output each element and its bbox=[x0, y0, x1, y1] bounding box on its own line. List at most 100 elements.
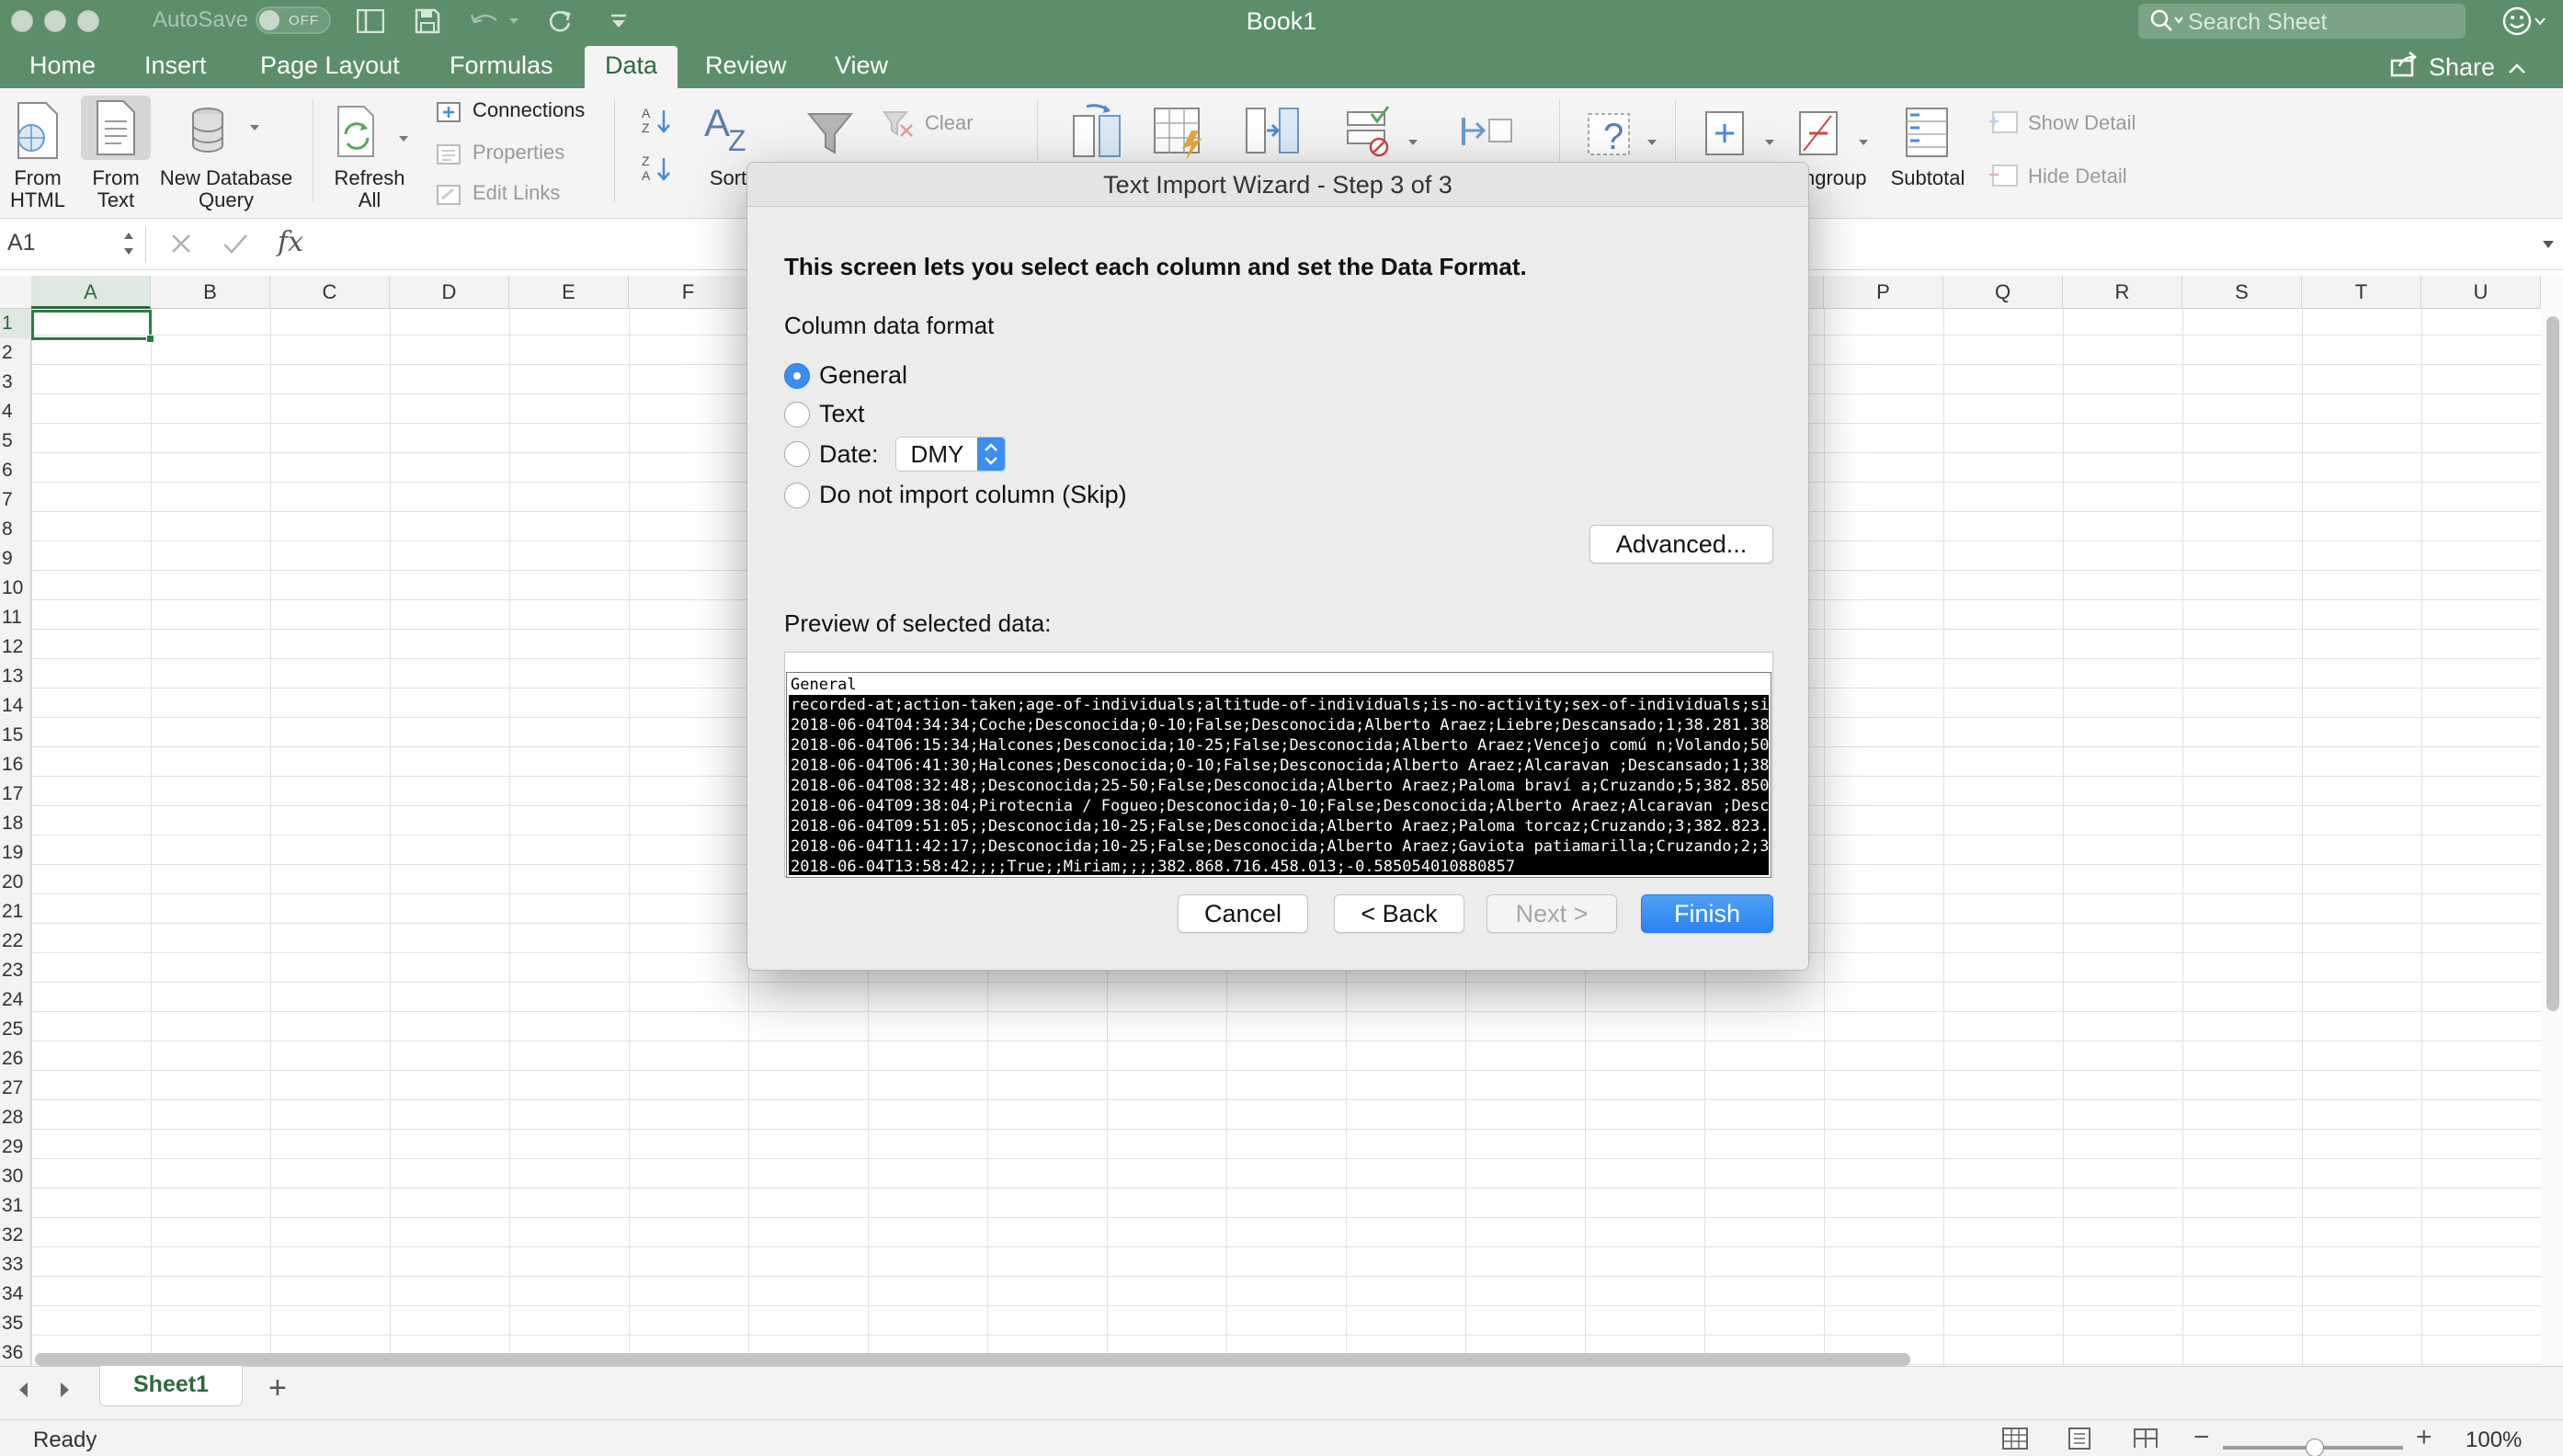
zoom-level[interactable]: 100% bbox=[2466, 1428, 2522, 1453]
normal-view-icon[interactable] bbox=[2000, 1426, 2030, 1456]
date-format-stepper-icon[interactable] bbox=[976, 438, 1005, 471]
row-header-22[interactable]: 22 bbox=[0, 927, 31, 956]
radio-general[interactable] bbox=[784, 362, 810, 389]
collapse-ribbon-icon[interactable] bbox=[2506, 53, 2528, 82]
sort-az-icon[interactable]: AZ bbox=[638, 105, 678, 141]
data-preview-selected-column[interactable]: General recorded-at;action-taken;age-of-… bbox=[786, 672, 1771, 878]
expand-formula-bar-icon[interactable] bbox=[2539, 237, 2557, 256]
from-text-button[interactable]: From Text bbox=[83, 167, 149, 211]
row-header-21[interactable]: 21 bbox=[0, 897, 31, 927]
column-header-a[interactable]: A bbox=[31, 276, 151, 309]
from-text-icon[interactable] bbox=[92, 99, 140, 163]
subtotal-icon[interactable] bbox=[1897, 103, 1956, 166]
row-header-24[interactable]: 24 bbox=[0, 985, 31, 1015]
subtotal-button[interactable]: Subtotal bbox=[1888, 167, 1967, 189]
text-to-columns-icon[interactable] bbox=[1068, 103, 1127, 166]
row-header-13[interactable]: 13 bbox=[0, 662, 31, 691]
advanced-button[interactable]: Advanced... bbox=[1589, 525, 1773, 563]
tab-view[interactable]: View bbox=[835, 51, 888, 80]
ungroup-button[interactable]: ngroup bbox=[1804, 167, 1867, 189]
row-header-25[interactable]: 25 bbox=[0, 1015, 31, 1044]
radio-date[interactable] bbox=[784, 441, 810, 467]
insert-function-button[interactable]: fx bbox=[278, 226, 303, 258]
row-header-11[interactable]: 11 bbox=[0, 603, 31, 632]
ungroup-icon[interactable] bbox=[1794, 103, 1872, 166]
name-box-stepper-icon[interactable] bbox=[121, 228, 136, 264]
row-header-9[interactable]: 9 bbox=[0, 544, 31, 574]
row-header-31[interactable]: 31 bbox=[0, 1191, 31, 1221]
next-sheet-icon[interactable] bbox=[55, 1380, 74, 1405]
row-header-7[interactable]: 7 bbox=[0, 485, 31, 515]
properties-button[interactable]: Properties bbox=[473, 142, 564, 164]
share-button[interactable]: Share bbox=[2390, 51, 2528, 84]
row-header-1[interactable]: 1 bbox=[0, 309, 31, 338]
sort-icon[interactable]: AZ bbox=[701, 101, 756, 161]
from-html-icon[interactable] bbox=[13, 101, 64, 165]
row-header-36[interactable]: 36 bbox=[0, 1338, 31, 1368]
clear-filter-button[interactable]: Clear bbox=[925, 112, 974, 134]
row-header-20[interactable]: 20 bbox=[0, 868, 31, 897]
row-header-3[interactable]: 3 bbox=[0, 368, 31, 397]
row-header-14[interactable]: 14 bbox=[0, 691, 31, 721]
cancel-button[interactable]: Cancel bbox=[1178, 894, 1308, 933]
previous-sheet-icon[interactable] bbox=[15, 1380, 33, 1405]
column-header-s[interactable]: S bbox=[2182, 276, 2302, 309]
row-header-19[interactable]: 19 bbox=[0, 838, 31, 868]
column-header-e[interactable]: E bbox=[509, 276, 629, 309]
active-cell-a1[interactable] bbox=[31, 310, 154, 343]
row-header-23[interactable]: 23 bbox=[0, 956, 31, 985]
column-header-p[interactable]: P bbox=[1824, 276, 1943, 309]
sort-button[interactable]: Sort bbox=[708, 167, 748, 189]
next-button[interactable]: Next > bbox=[1487, 894, 1617, 933]
show-detail-button[interactable]: Show Detail bbox=[2028, 112, 2136, 134]
data-preview[interactable]: General recorded-at;action-taken;age-of-… bbox=[784, 652, 1773, 878]
row-header-34[interactable]: 34 bbox=[0, 1280, 31, 1309]
name-box[interactable]: A1 bbox=[7, 230, 36, 256]
new-database-query-button[interactable]: New Database Query bbox=[154, 167, 298, 211]
column-header-u[interactable]: U bbox=[2421, 276, 2541, 309]
column-header-c[interactable]: C bbox=[270, 276, 390, 309]
row-header-29[interactable]: 29 bbox=[0, 1132, 31, 1162]
data-validation-icon[interactable] bbox=[1342, 103, 1425, 166]
row-header-32[interactable]: 32 bbox=[0, 1221, 31, 1250]
row-header-2[interactable]: 2 bbox=[0, 338, 31, 368]
sort-za-icon[interactable]: ZA bbox=[638, 153, 678, 188]
row-header-30[interactable]: 30 bbox=[0, 1162, 31, 1191]
tab-data[interactable]: Data bbox=[585, 46, 678, 88]
horizontal-scroll-thumb[interactable] bbox=[35, 1353, 1910, 1366]
remove-duplicates-icon[interactable] bbox=[1243, 103, 1302, 166]
cancel-entry-icon[interactable] bbox=[167, 230, 195, 262]
tab-page-layout[interactable]: Page Layout bbox=[260, 51, 400, 80]
row-header-16[interactable]: 16 bbox=[0, 750, 31, 779]
column-header-b[interactable]: B bbox=[151, 276, 270, 309]
sheet-tab-sheet1[interactable]: Sheet1 bbox=[99, 1366, 243, 1406]
from-html-button[interactable]: From HTML bbox=[6, 167, 70, 211]
column-header-t[interactable]: T bbox=[2302, 276, 2421, 309]
tab-insert[interactable]: Insert bbox=[144, 51, 207, 80]
row-header-26[interactable]: 26 bbox=[0, 1044, 31, 1074]
zoom-out-button[interactable]: − bbox=[2193, 1422, 2210, 1453]
row-header-5[interactable]: 5 bbox=[0, 427, 31, 456]
row-header-12[interactable]: 12 bbox=[0, 632, 31, 662]
tab-home[interactable]: Home bbox=[29, 51, 96, 80]
edit-links-button[interactable]: Edit Links bbox=[473, 182, 560, 204]
add-sheet-button[interactable]: + bbox=[268, 1371, 287, 1406]
row-header-6[interactable]: 6 bbox=[0, 456, 31, 485]
row-header-28[interactable]: 28 bbox=[0, 1103, 31, 1132]
radio-skip-row[interactable]: Do not import column (Skip) bbox=[784, 481, 1127, 509]
refresh-all-button[interactable]: Refresh All bbox=[324, 167, 416, 211]
row-header-33[interactable]: 33 bbox=[0, 1250, 31, 1280]
page-break-view-icon[interactable] bbox=[2131, 1426, 2160, 1456]
what-if-analysis-icon[interactable]: ? bbox=[1583, 103, 1666, 166]
consolidate-icon[interactable] bbox=[1458, 108, 1517, 163]
search-sheet-field[interactable]: Search Sheet bbox=[2138, 4, 2466, 39]
column-header-d[interactable]: D bbox=[390, 276, 509, 309]
filter-icon[interactable] bbox=[805, 108, 855, 163]
row-header-18[interactable]: 18 bbox=[0, 809, 31, 838]
tab-review[interactable]: Review bbox=[705, 51, 787, 80]
fill-handle[interactable] bbox=[146, 335, 154, 343]
row-header-35[interactable]: 35 bbox=[0, 1309, 31, 1338]
refresh-all-icon[interactable] bbox=[329, 101, 412, 165]
group-icon[interactable] bbox=[1701, 103, 1778, 166]
tab-formulas[interactable]: Formulas bbox=[450, 51, 553, 80]
